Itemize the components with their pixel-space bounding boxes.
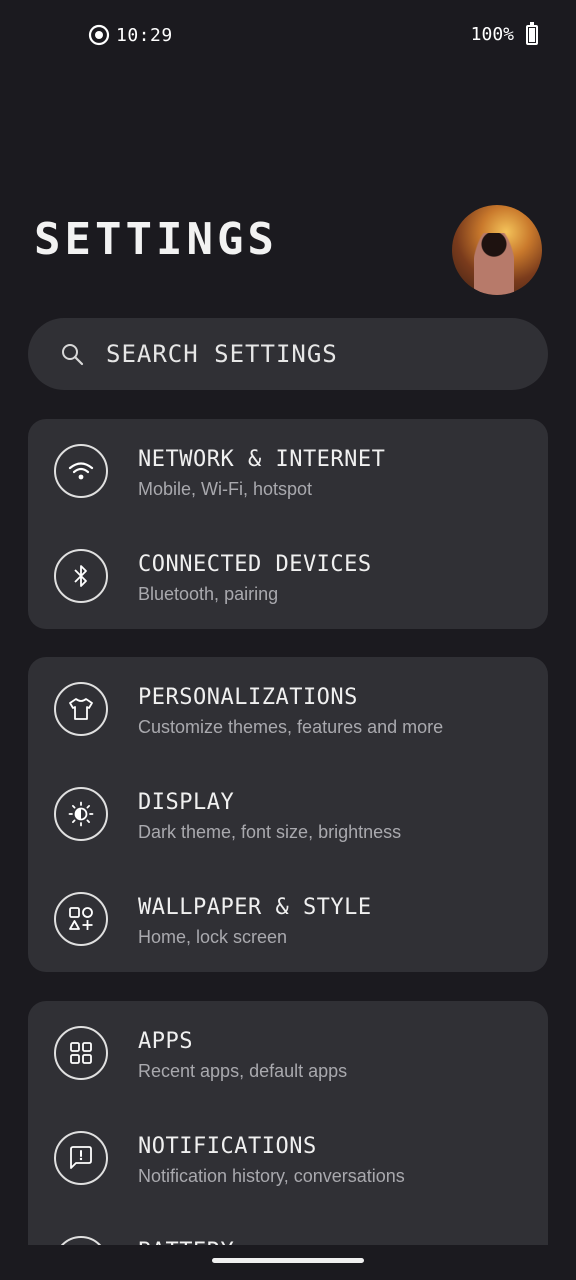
item-title: CONNECTED DEVICES	[138, 552, 372, 577]
settings-item-notifications[interactable]: NOTIFICATIONS Notification history, conv…	[28, 1106, 548, 1211]
page-title: SETTINGS	[34, 214, 278, 265]
settings-item-display[interactable]: DISPLAY Dark theme, font size, brightnes…	[28, 762, 548, 867]
status-bar: 10:29 100%	[0, 0, 576, 72]
item-title: NOTIFICATIONS	[138, 1134, 317, 1159]
battery-percentage: 100%	[470, 24, 514, 45]
search-bar[interactable]: SEARCH SETTINGS	[28, 318, 548, 390]
settings-group-connectivity: NETWORK & INTERNET Mobile, Wi-Fi, hotspo…	[28, 419, 548, 629]
shapes-icon	[54, 892, 108, 946]
notification-icon	[54, 1131, 108, 1185]
status-time: 10:29	[116, 24, 173, 46]
status-left: 10:29	[88, 24, 173, 46]
item-subtitle: Recent apps, default apps	[138, 1061, 348, 1081]
bluetooth-icon	[54, 549, 108, 603]
battery-icon	[526, 21, 538, 45]
search-placeholder: SEARCH SETTINGS	[106, 340, 338, 368]
gesture-nav-handle[interactable]	[212, 1258, 364, 1263]
settings-item-wallpaper[interactable]: WALLPAPER & STYLE Home, lock screen	[28, 867, 548, 972]
item-subtitle: Dark theme, font size, brightness	[138, 822, 402, 842]
settings-item-connected-devices[interactable]: CONNECTED DEVICES Bluetooth, pairing	[28, 524, 548, 629]
item-subtitle: Customize themes, features and more	[138, 717, 444, 737]
settings-item-apps[interactable]: APPS Recent apps, default apps	[28, 1001, 548, 1106]
status-right: 100%	[470, 21, 538, 45]
item-subtitle: Home, lock screen	[138, 927, 288, 947]
wifi-icon	[54, 444, 108, 498]
tshirt-icon	[54, 682, 108, 736]
search-icon	[62, 344, 84, 366]
item-subtitle: Notification history, conversations	[138, 1166, 405, 1186]
item-title: APPS	[138, 1029, 193, 1054]
item-title: WALLPAPER & STYLE	[138, 895, 372, 920]
item-title: DISPLAY	[138, 790, 235, 815]
apps-grid-icon	[54, 1026, 108, 1080]
avatar[interactable]	[452, 205, 542, 295]
brightness-icon	[54, 787, 108, 841]
settings-item-network[interactable]: NETWORK & INTERNET Mobile, Wi-Fi, hotspo…	[28, 419, 548, 524]
item-subtitle: Bluetooth, pairing	[138, 584, 279, 604]
record-icon	[88, 24, 110, 46]
item-subtitle: Mobile, Wi-Fi, hotspot	[138, 479, 313, 499]
item-title: NETWORK & INTERNET	[138, 447, 386, 472]
settings-item-personalizations[interactable]: PERSONALIZATIONS Customize themes, featu…	[28, 657, 548, 762]
settings-group-appearance: PERSONALIZATIONS Customize themes, featu…	[28, 657, 548, 972]
item-title: PERSONALIZATIONS	[138, 685, 358, 710]
settings-group-apps: APPS Recent apps, default apps NOTIFICAT…	[28, 1001, 548, 1261]
